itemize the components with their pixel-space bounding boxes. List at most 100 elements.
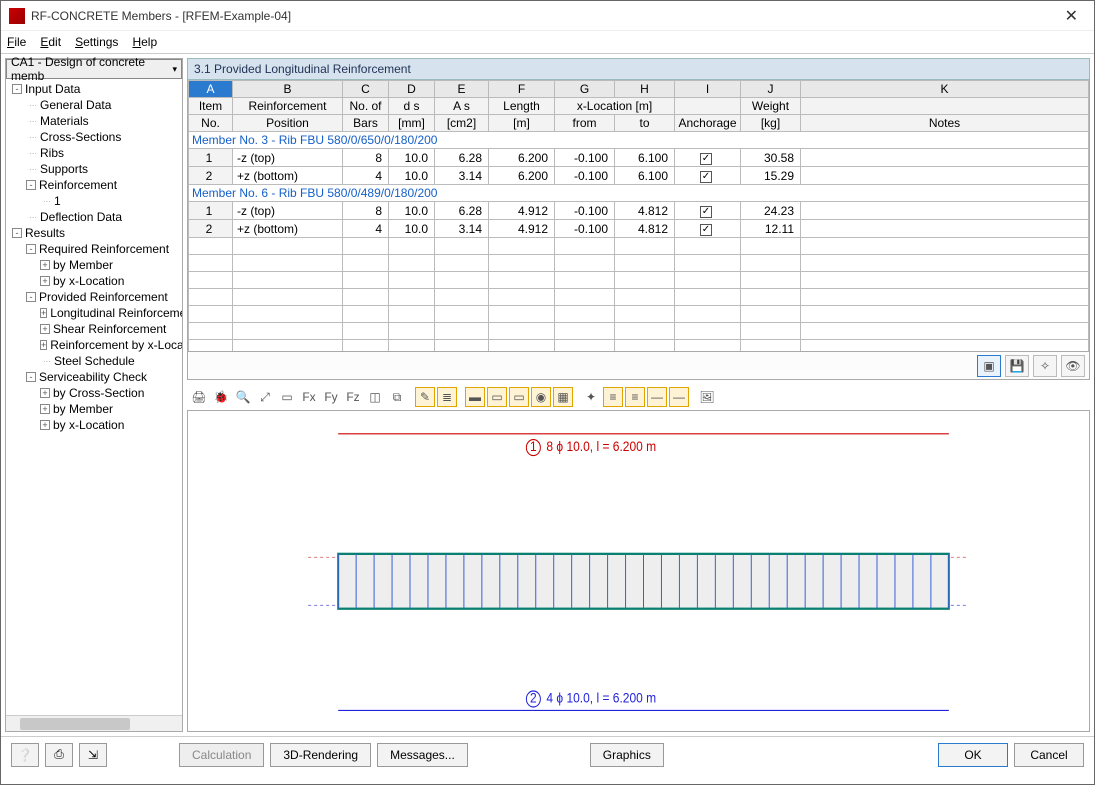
tree-toggle-icon[interactable]: + [40,420,50,430]
cell[interactable]: 2 [189,167,233,185]
cell[interactable]: ✓ [675,202,741,220]
cell[interactable]: 10.0 [389,202,435,220]
cell[interactable]: 6.100 [615,167,675,185]
tree-toggle-icon[interactable]: - [26,180,36,190]
rect2-icon[interactable]: ▭ [509,387,529,407]
messages-button[interactable]: Messages... [377,743,468,767]
tree-node[interactable]: +Longitudinal Reinforcement [6,305,182,321]
column-letter[interactable]: F [489,81,555,98]
tree-node[interactable]: -Input Data [6,81,182,97]
cell[interactable]: +z (bottom) [233,167,343,185]
column-letter[interactable]: G [555,81,615,98]
print-icon[interactable]: 🖨 [189,387,209,407]
tree-toggle-icon[interactable]: + [40,308,47,318]
ok-button[interactable]: OK [938,743,1008,767]
tree-toggle-icon[interactable]: - [12,228,22,238]
cell[interactable]: 4.912 [489,220,555,238]
grid-icon[interactable]: ▦ [553,387,573,407]
tree-node[interactable]: ⋯Deflection Data [6,209,182,225]
close-button[interactable]: ✕ [1057,2,1086,30]
tree-node[interactable]: ⋯Steel Schedule [6,353,182,369]
tree-toggle-icon[interactable]: - [26,244,36,254]
cell[interactable] [801,149,1089,167]
column-letter[interactable]: E [435,81,489,98]
column-letter[interactable]: I [675,81,741,98]
rect3-icon[interactable]: ◉ [531,387,551,407]
tree-node[interactable]: -Provided Reinforcement [6,289,182,305]
calculation-button[interactable]: Calculation [179,743,264,767]
cell[interactable]: 6.28 [435,202,489,220]
cell[interactable]: 8 [343,149,389,167]
cell[interactable]: 10.0 [389,149,435,167]
column-letter[interactable]: K [801,81,1089,98]
cell[interactable]: +z (bottom) [233,220,343,238]
cell[interactable]: -z (top) [233,202,343,220]
cell[interactable]: 6.100 [615,149,675,167]
tree-node[interactable]: -Required Reinforcement [6,241,182,257]
cell[interactable]: 4.812 [615,202,675,220]
anchorage-checkbox[interactable]: ✓ [700,224,712,236]
cell[interactable]: 12.11 [741,220,801,238]
column-letter[interactable]: D [389,81,435,98]
axis-z-icon[interactable]: Fz [343,387,363,407]
cell[interactable]: 8 [343,202,389,220]
tree-toggle-icon[interactable]: + [40,340,47,350]
span2-icon[interactable]: ≡ [625,387,645,407]
tree-node[interactable]: +by Member [6,401,182,417]
wand-icon[interactable]: ✧ [1033,355,1057,377]
cell[interactable]: -0.100 [555,149,615,167]
cell[interactable]: 4.912 [489,202,555,220]
case-combo[interactable]: CA1 - Design of concrete memb ▾ [6,59,182,79]
cell[interactable]: 6.200 [489,149,555,167]
column-letter[interactable]: J [741,81,801,98]
menu-file[interactable]: File [7,35,26,49]
cell[interactable] [801,202,1089,220]
menu-help[interactable]: Help [132,35,157,49]
tree-toggle-icon[interactable]: + [40,404,50,414]
fill-icon[interactable]: ▬ [465,387,485,407]
selection-icon[interactable]: ▭ [277,387,297,407]
cell[interactable]: 4 [343,220,389,238]
rendering-button[interactable]: 3D-Rendering [270,743,371,767]
pencil-icon[interactable]: ✎ [415,387,435,407]
tree-toggle-icon[interactable]: + [40,260,50,270]
tree-node[interactable]: ⋯Ribs [6,145,182,161]
cell[interactable]: 6.200 [489,167,555,185]
bug-icon[interactable]: 🐞 [211,387,231,407]
cell[interactable]: -z (top) [233,149,343,167]
cell[interactable]: -0.100 [555,220,615,238]
tree-node[interactable]: +by Member [6,257,182,273]
cell[interactable]: 10.0 [389,167,435,185]
rect1-icon[interactable]: ▭ [487,387,507,407]
help-button[interactable]: ❔ [11,743,39,767]
tree-toggle-icon[interactable]: + [40,388,50,398]
tree-scrollbar[interactable] [6,715,182,731]
span4-icon[interactable]: — [669,387,689,407]
layers-icon[interactable]: ≣ [437,387,457,407]
tree-node[interactable]: +Reinforcement by x-Location [6,337,182,353]
menu-settings[interactable]: Settings [75,35,118,49]
copy-icon[interactable]: ⧉ [387,387,407,407]
tree-node[interactable]: +Shear Reinforcement [6,321,182,337]
cell[interactable]: 4 [343,167,389,185]
cell[interactable]: ✓ [675,167,741,185]
tree-toggle-icon[interactable]: - [26,372,36,382]
import-button[interactable]: ⇲ [79,743,107,767]
menu-edit[interactable]: Edit [40,35,61,49]
tree-node[interactable]: +by Cross-Section [6,385,182,401]
tree-node[interactable]: ⋯Supports [6,161,182,177]
cube-icon[interactable]: ◫ [365,387,385,407]
tree-node[interactable]: ⋯General Data [6,97,182,113]
tree-toggle-icon[interactable]: - [26,292,36,302]
cell[interactable]: 3.14 [435,167,489,185]
cell[interactable]: 3.14 [435,220,489,238]
cell[interactable]: 1 [189,202,233,220]
picture-icon[interactable]: 🖼 [697,387,717,407]
cell[interactable]: 6.28 [435,149,489,167]
tree-node[interactable]: -Serviceability Check [6,369,182,385]
scrollbar-thumb[interactable] [20,718,130,730]
cell[interactable]: 30.58 [741,149,801,167]
tree-node[interactable]: -Results [6,225,182,241]
tree-toggle-icon[interactable]: - [12,84,22,94]
cell[interactable]: ✓ [675,220,741,238]
